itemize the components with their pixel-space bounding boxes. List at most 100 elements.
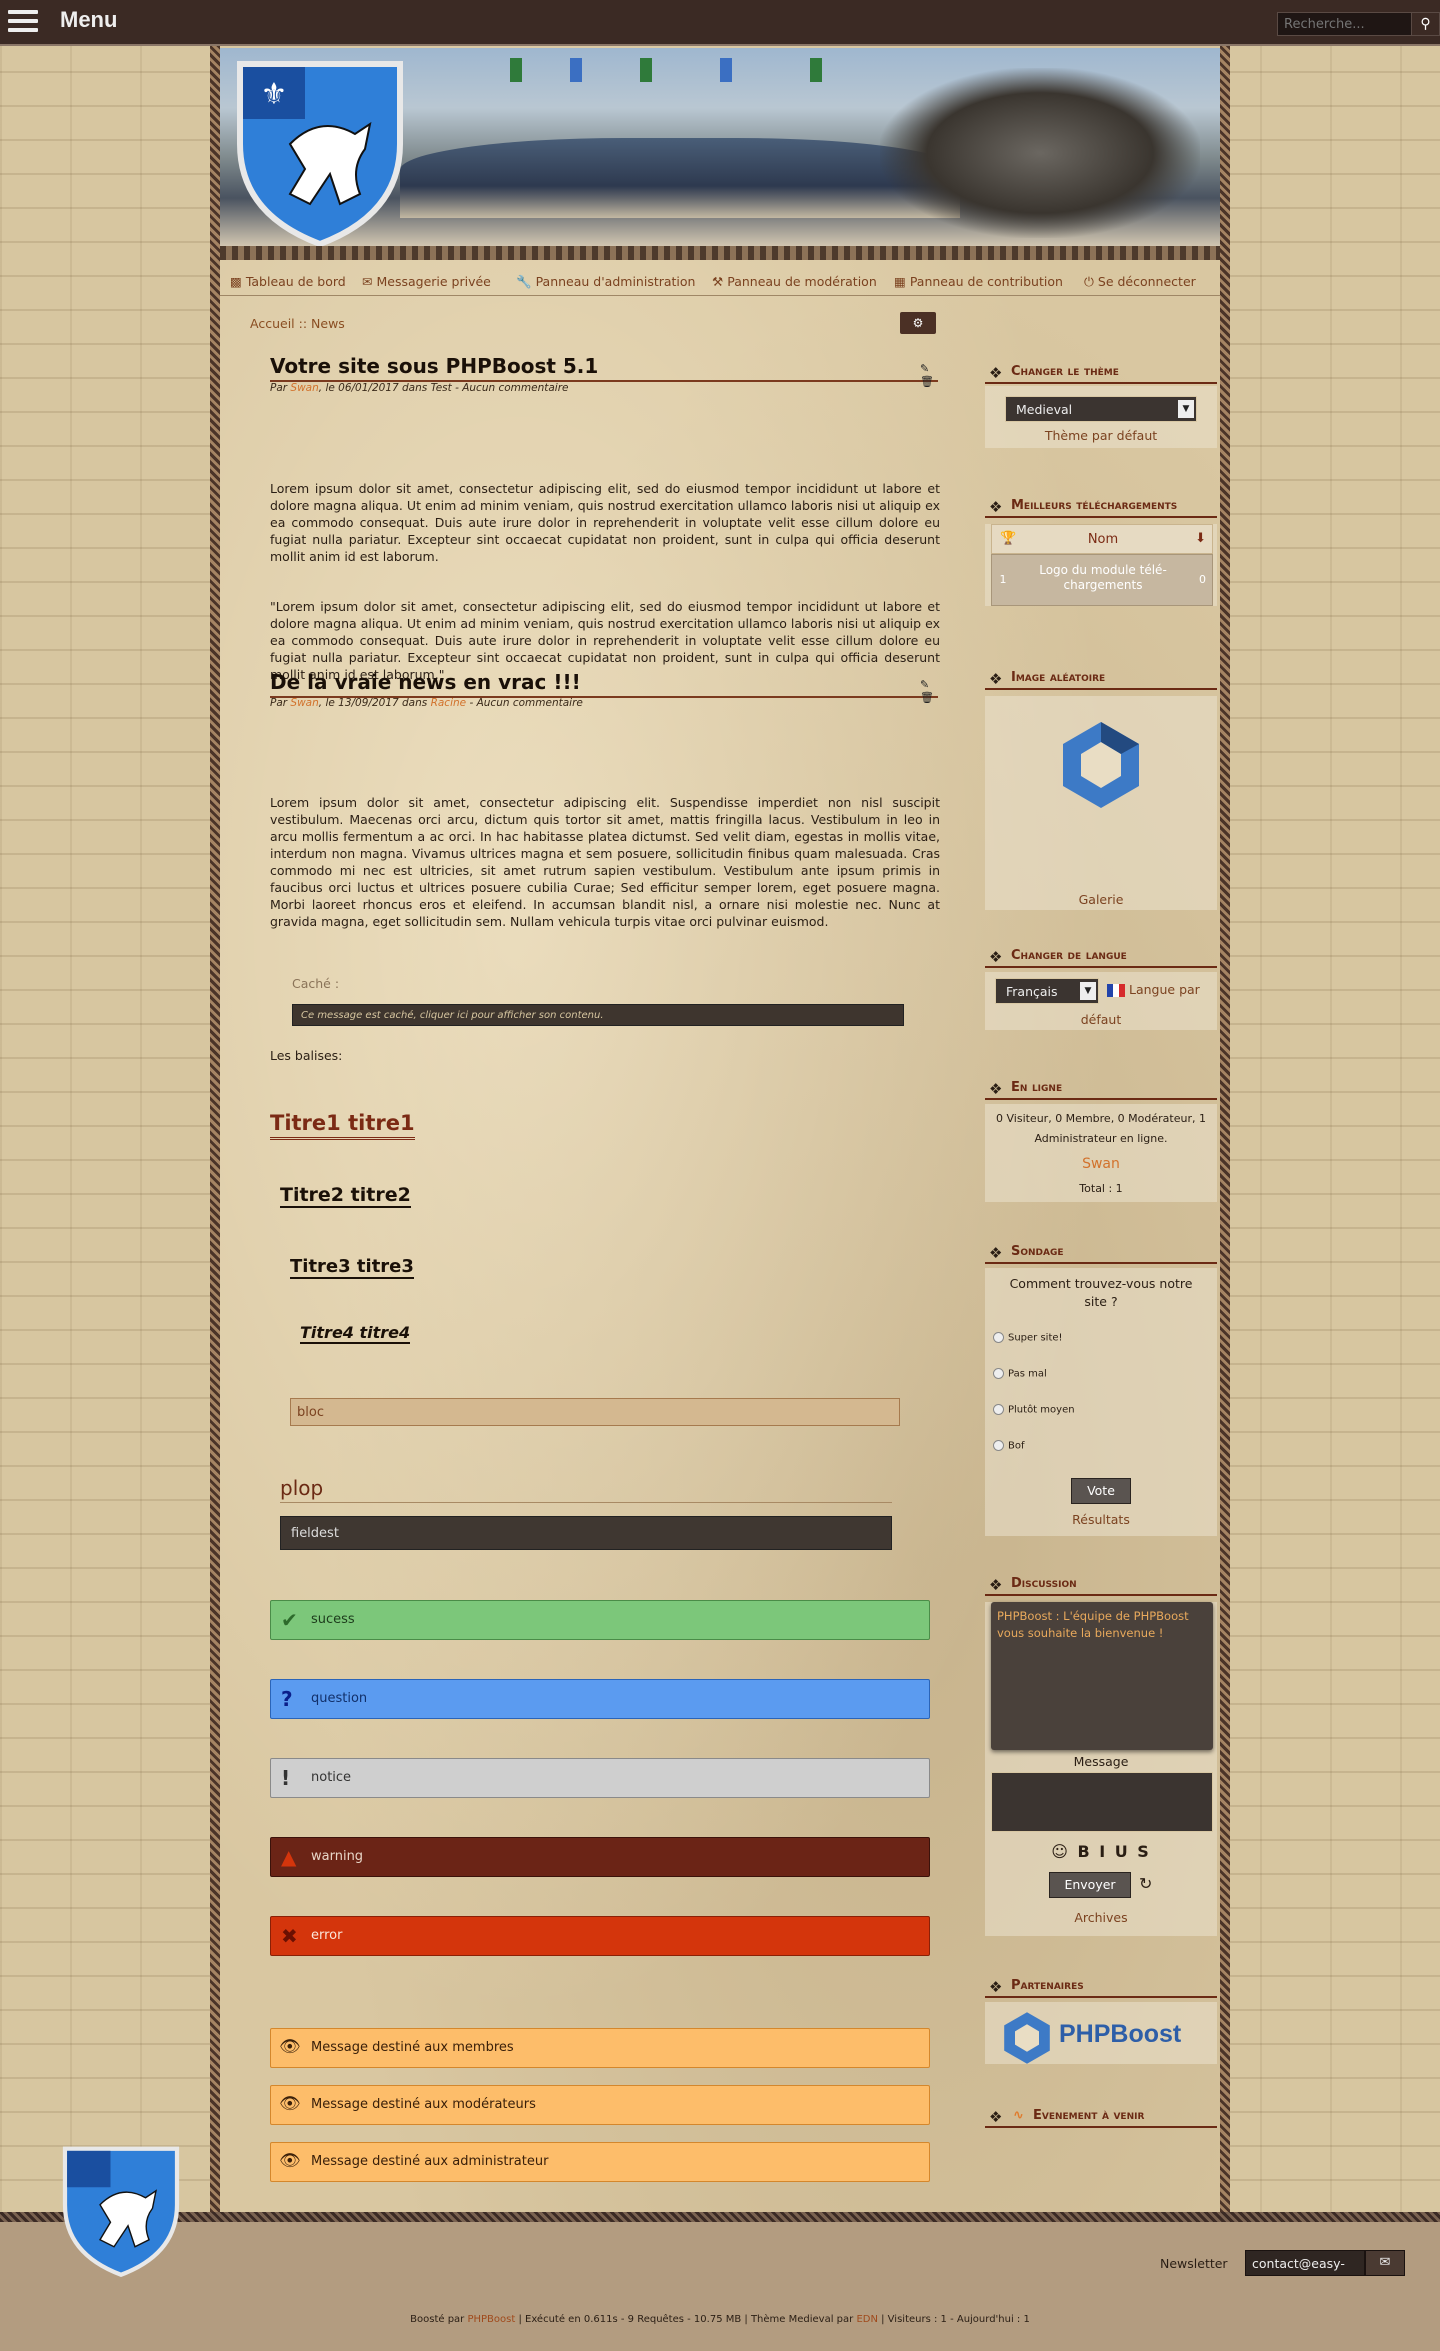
gallery-link[interactable]: Galerie [985,892,1217,907]
search-icon[interactable]: ⚲ [1411,13,1439,35]
message-text: error [311,1928,343,1943]
trash-icon[interactable]: 🗑 [920,375,934,388]
partner-logo-text[interactable]: PHPBoost [1059,2020,1181,2049]
phpboost-link[interactable]: PHPBoost [467,2314,515,2325]
download-name[interactable]: Logo du module télé­chargements [1028,563,1178,593]
article-title[interactable]: Votre site sous PHPBoost 5.1 [270,354,598,378]
check-icon: ✔ [281,1608,298,1632]
partners-block: PHPBoost [985,2002,1217,2064]
radio-button[interactable] [993,1404,1004,1415]
download-count: 0 [1199,573,1206,586]
nav-logout[interactable]: ⏻ Se déconnecter [1084,274,1196,290]
downloads-row[interactable]: 1 Logo du module télé­chargements 0 [991,554,1213,606]
nav-private-messaging[interactable]: ✉ Messagerie privée [362,274,491,289]
breadcrumb-current[interactable]: News [311,316,345,331]
phpboost-logo-icon[interactable] [1003,2010,1051,2066]
message-text: question [311,1691,368,1706]
site-logo-shield[interactable]: ⚜ [230,54,410,248]
moderator-message: 👁 Message destiné aux modérateurs [270,2085,930,2125]
diamond-icon: ❖ [989,498,1003,516]
download-rank: 1 [999,573,1007,586]
envelope-icon[interactable]: ✉ [1365,2250,1405,2276]
nav-admin-panel[interactable]: 🔧 Panneau d'administration [516,274,695,290]
article-meta: Par Swan, le 06/01/2017 dans Test - Aucu… [270,382,569,394]
trash-icon[interactable]: 🗑 [920,691,934,704]
downloads-block-title: ❖ Meilleurs téléchargements [985,498,1217,518]
article-title[interactable]: De la vraie news en vrac !!! [270,670,581,694]
poll-block: Comment trouvez-vous notre site ? Super … [985,1268,1217,1536]
dashboard-icon: ▩ [230,274,242,289]
poll-results-link[interactable]: Résultats [985,1512,1217,1527]
footer [0,2222,1440,2351]
chevron-down-icon: ▼ [1178,400,1194,418]
archives-link[interactable]: Archives [985,1910,1217,1925]
language-select[interactable]: Français ▼ [995,978,1099,1004]
send-button[interactable]: Envoyer [1049,1872,1131,1898]
block-title-text[interactable]: Evenement à venir [1033,2108,1144,2123]
edit-icon[interactable]: ✎ [920,678,929,691]
format-toolbar[interactable]: ☺ B I U S [985,1842,1217,1861]
radio-button[interactable] [993,1368,1004,1379]
radio-button[interactable] [993,1440,1004,1451]
nav-dashboard[interactable]: ▩ Tableau de bord [230,274,346,289]
breadcrumb-home[interactable]: Accueil [250,316,295,331]
breadcrumb-separator: :: [298,316,308,331]
banner-border [220,246,1220,260]
diamond-icon: ❖ [989,1080,1003,1098]
warning-icon: ▲ [281,1845,297,1869]
shoutbox-message-input[interactable] [991,1772,1213,1832]
online-block: 0 Visiteur, 0 Membre, 0 Modérateur, 1 Ad… [985,1104,1217,1202]
credits-text: | Visiteurs : 1 - Aujourd'hui : 1 [877,2314,1030,2325]
poll-option[interactable]: Plutôt moyen [993,1404,1075,1416]
close-icon: ✖ [281,1924,298,1948]
question-icon: ? [281,1687,293,1711]
vote-button[interactable]: Vote [1071,1478,1131,1504]
page-body: ⚜ ▩ Tableau de bord ✉ Messagerie privée 🔧 P… [220,46,1220,2212]
poll-option[interactable]: Pas mal [993,1368,1047,1380]
hamburger-menu-icon[interactable] [8,10,38,34]
refresh-icon[interactable]: ↻ [1139,1874,1152,1893]
gear-icon[interactable]: ⚙ [900,312,936,334]
downloads-col-name: Nom [1087,532,1119,547]
theme-select[interactable]: Medieval ▼ [1005,396,1197,422]
rss-icon[interactable]: ∿ [1013,2108,1024,2123]
newsletter-email-input[interactable] [1245,2250,1365,2276]
diamond-icon: ❖ [989,1244,1003,1262]
category-link[interactable]: Test [431,382,452,394]
default-theme-link[interactable]: Thème par défaut [985,428,1217,443]
meta-prefix: Par [270,697,291,709]
article-meta: Par Swan, le 13/09/2017 dans Racine - Au… [270,697,583,709]
nav-contribution-panel[interactable]: ▦ Panneau de contribution [894,274,1063,289]
article-paragraph: Lorem ipsum dolor sit amet, consectetur … [270,795,940,929]
notice-message: ! notice [270,1758,930,1798]
edit-icon[interactable]: ✎ [920,362,929,375]
hidden-content-toggle[interactable]: Ce message est caché, cliquer ici pour a… [292,1004,904,1026]
message-text: notice [311,1770,352,1785]
poll-option[interactable]: Super site! [993,1332,1063,1344]
downloads-header-row: 🏆 Nom ⬇ [991,524,1213,554]
block-title-text: Image aléatoire [1011,670,1106,685]
nav-label: Messagerie privée [376,274,491,289]
gallery-image[interactable] [1061,720,1141,810]
category-link[interactable]: Racine [431,697,467,709]
author-link[interactable]: Swan [290,697,318,709]
nav-moderation-panel[interactable]: ⚒ Panneau de modération [712,274,877,289]
search-input[interactable] [1278,13,1412,35]
default-language-link-2[interactable]: défaut [985,1012,1217,1027]
edn-link[interactable]: EDN [856,2314,878,2325]
radio-button[interactable] [993,1332,1004,1343]
poll-option[interactable]: Bof [993,1440,1025,1452]
downloads-block: 🏆 Nom ⬇ 1 Logo du module télé­chargement… [985,524,1217,606]
menu-label[interactable]: Menu [60,7,117,33]
block-title-text: Meilleurs téléchargements [1011,498,1178,513]
online-user-link[interactable]: Swan [985,1156,1217,1172]
footer-logo-shield [62,2146,180,2277]
default-language-link[interactable]: Langue par [1129,982,1200,997]
discussion-block: PHPBoost : L'équipe de PHP­Boost vous so… [985,1602,1217,1936]
author-link[interactable]: Swan [290,382,318,394]
diamond-icon: ❖ [989,670,1003,688]
newsletter-label: Newsletter [1160,2256,1228,2271]
power-icon: ⏻ [1084,274,1094,289]
online-total: Total : 1 [1079,1182,1123,1195]
hidden-label: Caché : [292,976,340,991]
